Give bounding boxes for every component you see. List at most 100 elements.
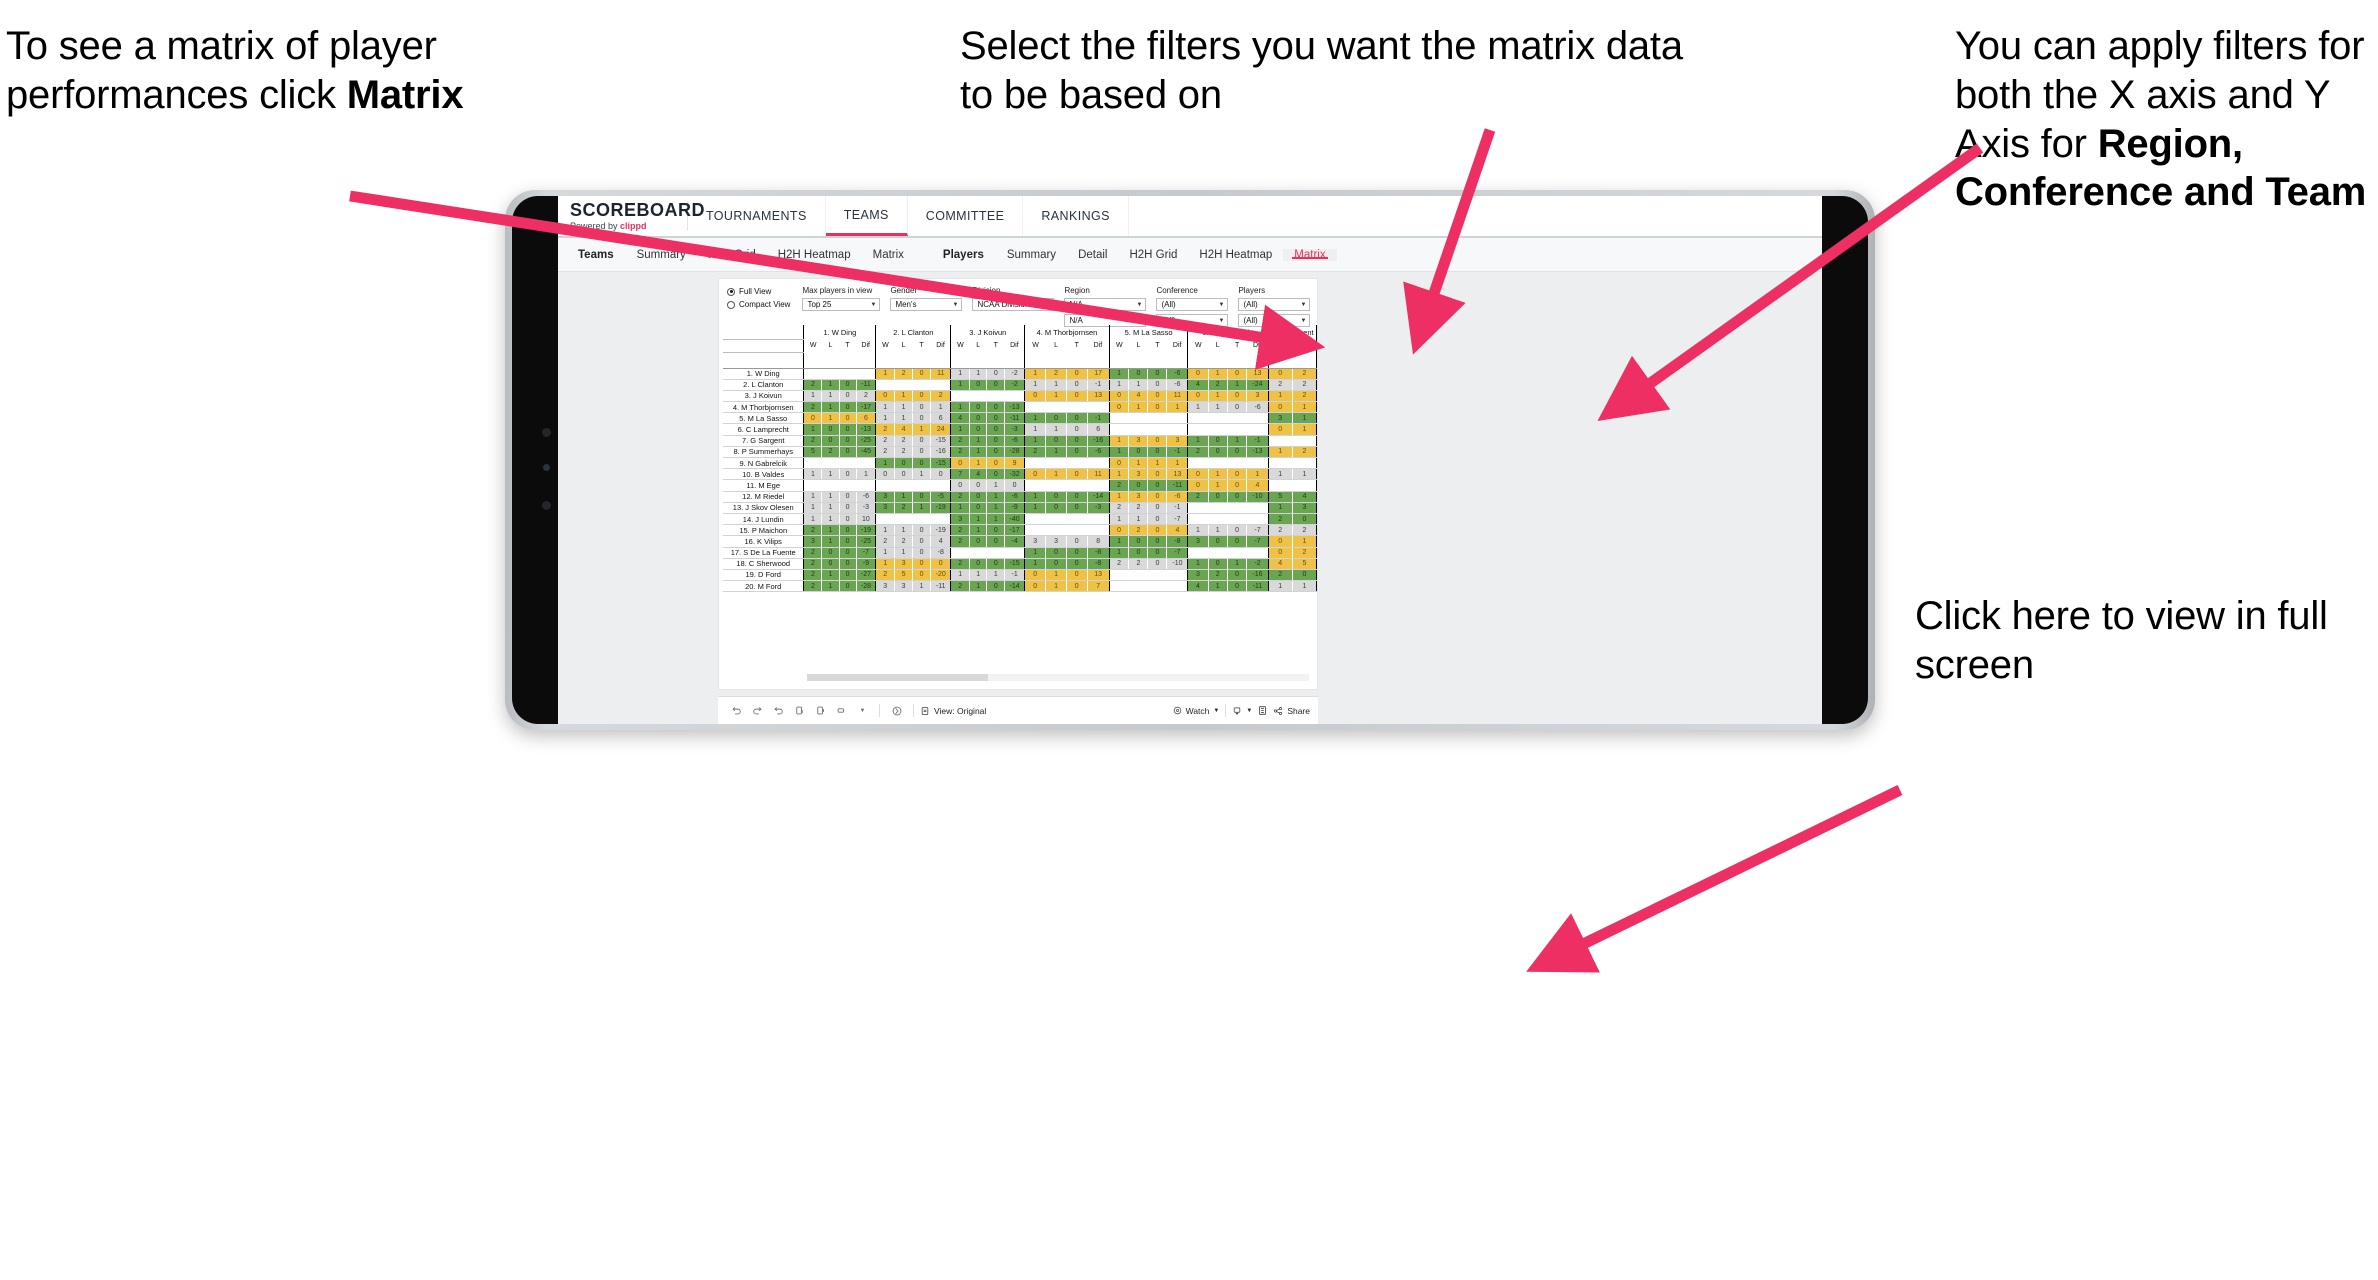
matrix-cell[interactable]: 1 [968,456,988,470]
matrix-cell[interactable]: -15 [930,434,952,447]
matrix-cell[interactable]: -13 [1246,445,1269,459]
matrix-cell[interactable] [1086,401,1110,414]
matrix-cell[interactable]: 1 [968,524,988,537]
matrix-cell[interactable]: 2 [875,434,896,447]
matrix-cell[interactable]: -15 [930,456,952,470]
matrix-cell[interactable]: 1 [803,423,823,436]
matrix-cell[interactable]: 1 [1147,456,1168,470]
matrix-cell[interactable] [930,479,952,492]
matrix-cell[interactable] [1207,512,1228,526]
matrix-cell[interactable]: -7 [1246,535,1269,548]
matrix-cell[interactable]: 4 [1166,524,1189,537]
matrix-cell[interactable]: -5 [930,490,952,503]
matrix-cell[interactable]: -2 [1004,367,1026,380]
matrix-cell[interactable]: 1 [1187,434,1209,447]
matrix-cell[interactable]: 0 [1147,524,1168,537]
matrix-cell[interactable]: 0 [1147,546,1168,559]
matrix-cell[interactable] [1045,524,1067,537]
matrix-cell[interactable] [1024,479,1047,492]
matrix-cell[interactable]: -17 [1004,524,1026,537]
matrix-cell[interactable] [1166,423,1189,436]
matrix-cell[interactable]: 1 [1207,389,1228,403]
matrix-cell[interactable]: -16 [1246,568,1269,582]
matrix-cell[interactable]: 2 [1108,557,1130,570]
matrix-cell[interactable]: 3 [1267,412,1293,425]
matrix-cell[interactable]: 0 [1065,501,1088,514]
matrix-row[interactable]: 17. S De La Fuente 2 0 0 -7 1 1 0 -8 1 0 0 -8 1 0 0 -7 0 2 [723,546,1317,559]
matrix-cell[interactable]: -2 [1246,557,1269,570]
matrix-cell[interactable]: 1 [803,512,823,526]
matrix-cell[interactable]: 2 [1207,568,1228,582]
matrix-cell[interactable]: 0 [1045,490,1067,503]
matrix-cell[interactable]: -11 [1166,479,1189,492]
matrix-cell[interactable]: 1 [1108,512,1130,526]
matrix-cell[interactable]: 2 [803,557,823,570]
matrix-cell[interactable]: 0 [1147,401,1168,414]
filter-gender-select[interactable]: Men's ▼ [890,298,963,311]
matrix-cell[interactable]: -1 [1166,445,1189,459]
matrix-cell[interactable]: 2 [894,367,914,380]
matrix-cell[interactable] [1004,389,1026,403]
matrix-cell[interactable] [1226,423,1248,436]
matrix-cell[interactable]: 1 [1291,401,1317,414]
matrix-cell[interactable]: -14 [1086,490,1110,503]
matrix-cell[interactable]: 1 [1045,378,1067,391]
matrix-cell[interactable]: 0 [1267,423,1293,436]
matrix-cell[interactable] [855,479,877,492]
matrix-cell[interactable]: 0 [1108,456,1130,470]
nav-item-committee[interactable]: COMMITTEE [908,196,1024,236]
fullscreen-icon[interactable] [1252,697,1273,724]
matrix-cell[interactable]: 2 [1267,524,1293,537]
highlight-icon[interactable] [831,697,852,724]
matrix-cell[interactable]: 0 [1226,580,1248,593]
matrix-cell[interactable]: 1 [1108,445,1130,459]
matrix-cell[interactable]: 2 [1267,378,1293,391]
matrix-cell[interactable]: 0 [821,546,840,559]
matrix-cell[interactable]: 0 [986,456,1006,470]
matrix-cell[interactable]: -1 [1246,434,1269,447]
matrix-cell[interactable]: 0 [1045,501,1067,514]
matrix-cell[interactable]: 3 [894,557,914,570]
matrix-cell[interactable]: 4 [930,535,952,548]
matrix-cell[interactable]: 2 [803,434,823,447]
matrix-cell[interactable]: -1 [1004,568,1026,582]
matrix-cell[interactable] [875,512,896,526]
matrix-cell[interactable] [855,456,877,470]
matrix-cell[interactable]: 0 [986,423,1006,436]
matrix-row[interactable]: 11. M Ege 0 0 1 0 2 0 0 -11 0 1 0 4 [723,479,1317,492]
matrix-cell[interactable]: 4 [1267,557,1293,570]
tab-teams-matrix[interactable]: Matrix [862,249,915,261]
matrix-cell[interactable]: 17 [1086,367,1110,380]
matrix-cell[interactable]: 3 [803,535,823,548]
matrix-cell[interactable]: 1 [1166,456,1189,470]
matrix-cell[interactable]: 1 [1207,479,1228,492]
matrix-cell[interactable]: 3 [1187,535,1209,548]
matrix-cell[interactable]: 0 [1226,389,1248,403]
matrix-cell[interactable]: 0 [1226,445,1248,459]
matrix-cell[interactable]: -6 [1004,490,1026,503]
matrix-cell[interactable] [1187,501,1209,514]
watch-button[interactable]: Watch ▼ [1173,706,1219,716]
matrix-cell[interactable]: 0 [1187,468,1209,481]
matrix-cell[interactable] [1147,423,1168,436]
matrix-cell[interactable]: 1 [821,501,840,514]
matrix-cell[interactable]: 1 [1045,580,1067,593]
matrix-cell[interactable]: 1 [1207,580,1228,593]
scrollbar-thumb[interactable] [807,674,988,681]
matrix-row[interactable]: 19. D Ford 2 1 0 -27 2 5 0 -20 1 1 1 -1 0 1 0 13 3 2 0 -16 2 0 [723,568,1317,582]
matrix-cell[interactable]: 4 [1187,580,1209,593]
matrix-cell[interactable]: 0 [986,367,1006,380]
radio-full-view[interactable]: Full View [727,287,790,296]
matrix-cell[interactable]: 5 [894,568,914,582]
matrix-cell[interactable]: 2 [1108,479,1130,492]
matrix-cell[interactable]: 0 [1065,557,1088,570]
matrix-cell[interactable]: 0 [838,501,857,514]
matrix-cell[interactable]: 0 [968,501,988,514]
matrix-cell[interactable]: 0 [986,445,1006,459]
matrix-cell[interactable]: 3 [1291,501,1317,514]
matrix-cell[interactable]: 5 [1291,557,1317,570]
matrix-cell[interactable]: 0 [1291,512,1317,526]
matrix-cell[interactable]: 1 [1045,468,1067,481]
matrix-cell[interactable]: 0 [986,378,1006,391]
share-button[interactable]: Share [1273,706,1310,716]
